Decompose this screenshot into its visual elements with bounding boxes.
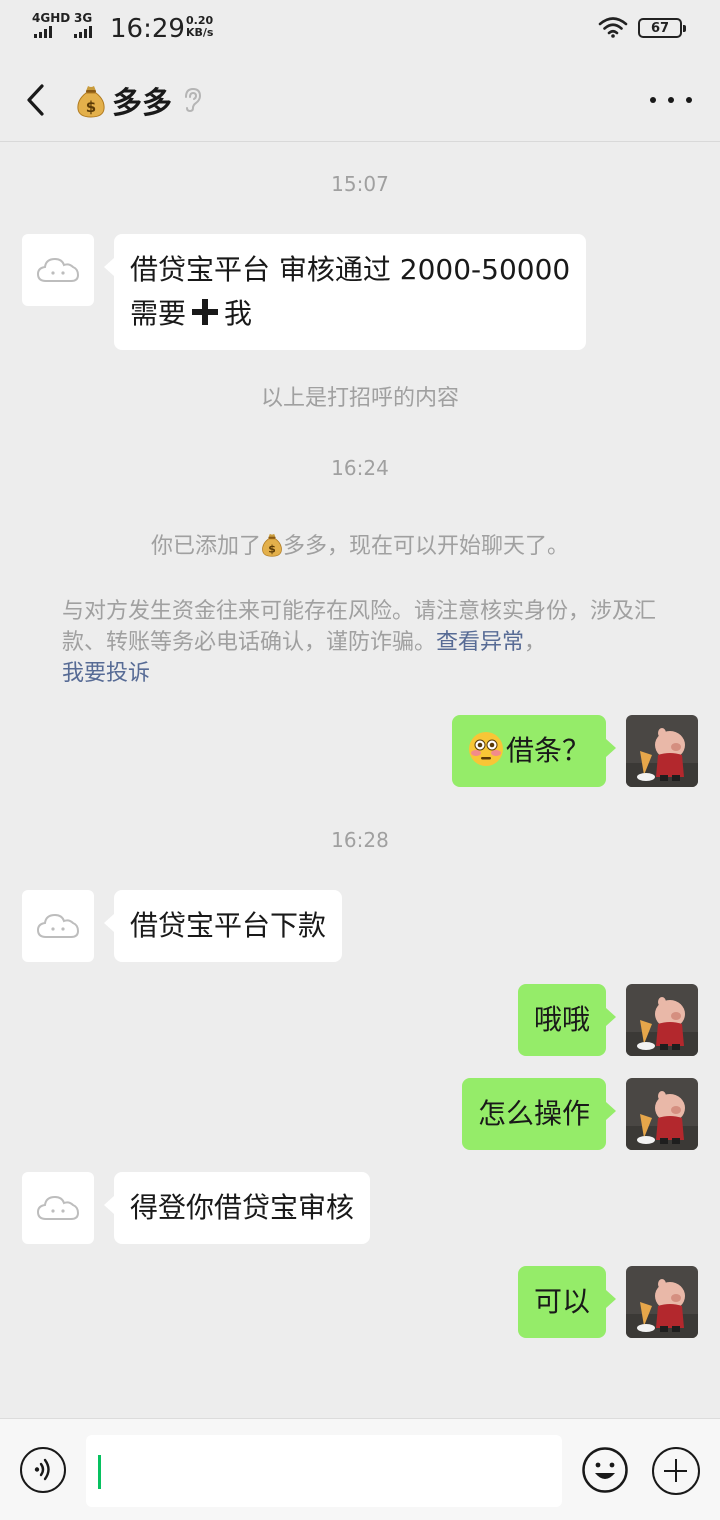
more-dot [668, 97, 674, 103]
system-text: 你已添加了 [150, 534, 261, 559]
message-input[interactable] [86, 1435, 562, 1507]
incoming-message-bubble[interactable]: 借贷宝平台下款 [103, 890, 343, 962]
svg-text:$: $ [268, 543, 276, 556]
flushed-face-emoji-icon [468, 732, 503, 766]
wifi-icon [598, 17, 628, 38]
signal-bars-icon [34, 26, 52, 38]
message-text: 得登你借贷宝审核 [130, 1191, 355, 1224]
money-bag-emoji-icon: $ [77, 86, 105, 118]
more-functions-button[interactable] [652, 1447, 700, 1495]
chat-title: 多多 [112, 86, 172, 121]
money-bag-emoji-icon: $ [262, 533, 282, 557]
speed-unit: KB/s [186, 26, 214, 39]
message-text: 怎么操作 [477, 1097, 590, 1130]
warning-separator: ， [524, 630, 547, 655]
text-cursor [98, 1455, 101, 1489]
contact-avatar[interactable] [22, 234, 94, 306]
contact-avatar[interactable] [22, 1172, 94, 1244]
signal-bars-icon-2 [74, 26, 92, 38]
input-bar [0, 1418, 720, 1520]
my-avatar[interactable] [626, 984, 698, 1056]
voice-input-button[interactable] [20, 1447, 66, 1493]
my-avatar[interactable] [626, 1266, 698, 1338]
outgoing-message-bubble[interactable]: 可以 [517, 1266, 617, 1338]
report-complaint-link[interactable]: 我要投诉 [62, 661, 150, 686]
timestamp: 15:07 [331, 172, 389, 196]
network-speed: 0.20 KB/s [186, 15, 213, 39]
message-text: 需要 [130, 297, 187, 330]
battery-icon: 67 [638, 18, 686, 38]
status-time: 16:29 [110, 14, 185, 44]
pig-avatar-icon [626, 1266, 698, 1338]
outgoing-message-bubble[interactable]: 怎么操作 [461, 1078, 617, 1150]
network-label-4g: 4GHD [32, 11, 71, 25]
chevron-left-icon[interactable] [20, 80, 56, 120]
voice-icon [34, 1458, 50, 1481]
message-text: 哦哦 [533, 1003, 590, 1036]
incoming-message-bubble[interactable]: 借贷宝平台 审核通过 2000-50000 需要 我 [103, 234, 587, 350]
status-bar: 4GHD 3G 16:29 0.20 KB/s 67 [0, 0, 720, 58]
more-dot [686, 97, 692, 103]
timestamp: 16:24 [331, 456, 389, 480]
outgoing-message-bubble[interactable]: 哦哦 [517, 984, 617, 1056]
more-options-button[interactable] [646, 88, 696, 112]
outgoing-message-bubble[interactable]: 借条？ [451, 715, 617, 787]
network-label-3g: 3G [74, 11, 93, 25]
system-text: 多多，现在可以开始聊天了。 [283, 534, 570, 559]
fraud-warning-notice: 与对方发生资金往来可能存在风险。请注意核实身份，涉及汇款、转账等务必电话确认，谨… [62, 596, 672, 689]
my-avatar[interactable] [626, 1078, 698, 1150]
message-text: 我 [224, 297, 253, 330]
cloud-avatar-icon [36, 257, 80, 282]
chat-title-area[interactable]: $ 多多 [76, 78, 202, 122]
pig-avatar-icon [626, 984, 698, 1056]
cloud-avatar-icon [36, 913, 80, 938]
pig-avatar-icon [626, 1078, 698, 1150]
chat-header: $ 多多 [0, 58, 720, 142]
heavy-plus-emoji-icon [192, 299, 219, 325]
message-text: 借贷宝平台下款 [130, 909, 327, 942]
contact-avatar[interactable] [22, 890, 94, 962]
system-notice-greeting: 以上是打招呼的内容 [260, 386, 459, 411]
svg-text:$: $ [86, 98, 96, 116]
view-abnormal-link[interactable]: 查看异常 [436, 630, 524, 655]
incoming-message-bubble[interactable]: 得登你借贷宝审核 [103, 1172, 371, 1244]
battery-level: 67 [650, 20, 670, 36]
timestamp: 16:28 [331, 828, 389, 852]
message-text-line: 借贷宝平台 审核通过 2000-50000 [130, 253, 571, 286]
message-text: 可以 [533, 1285, 590, 1318]
cloud-avatar-icon [36, 1195, 80, 1220]
system-notice-added: 你已添加了 $ 多多，现在可以开始聊天了。 [0, 528, 720, 560]
my-avatar[interactable] [626, 715, 698, 787]
pig-avatar-icon [626, 715, 698, 787]
ear-icon [185, 87, 202, 113]
message-text: 借条？ [505, 734, 590, 767]
message-text-line: 需要 我 [130, 292, 570, 336]
more-dot [650, 97, 656, 103]
emoji-picker-button[interactable] [582, 1447, 628, 1493]
warning-text: 与对方发生资金往来可能存在风险。请注意核实身份，涉及汇款、转账等务必电话确认，谨… [62, 599, 657, 655]
